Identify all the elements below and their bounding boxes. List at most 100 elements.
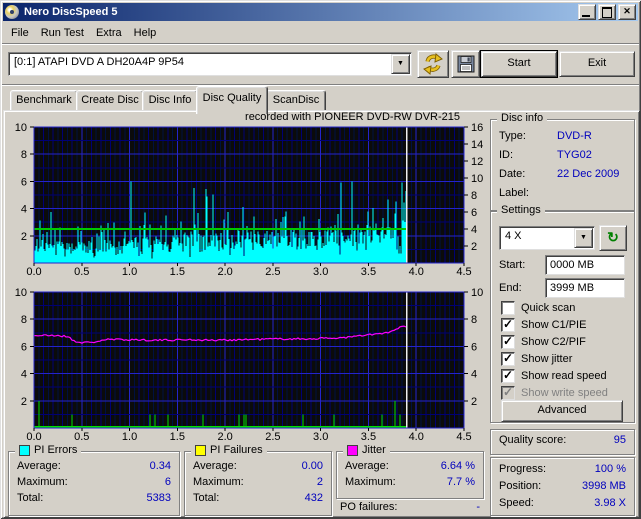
menu-item-file[interactable]: File <box>5 25 35 41</box>
maximize-button[interactable] <box>598 4 616 20</box>
minimize-icon <box>582 15 590 17</box>
stat-value: 7.7 % <box>446 476 475 488</box>
svg-text:2: 2 <box>471 241 477 253</box>
checkbox-box[interactable] <box>501 334 515 349</box>
quality-score-label: Quality score: <box>499 434 567 446</box>
speed-test-button[interactable] <box>417 50 449 78</box>
position-value: 3998 MB <box>581 480 626 492</box>
tab-disc-info[interactable]: Disc Info <box>142 90 198 111</box>
jitter-stats-group: Jitter Average: 6.64 % Maximum: 7.7 % <box>336 444 484 499</box>
svg-text:3.0: 3.0 <box>313 431 328 443</box>
app-disc-icon <box>5 5 19 19</box>
advanced-button-label: Advanced <box>537 404 587 416</box>
position-label: Position: <box>499 480 542 492</box>
refresh-speeds-button[interactable]: ↻ <box>599 225 627 251</box>
svg-text:4: 4 <box>21 204 27 216</box>
pi-errors-stats-group: PI Errors Average: 0.34 Maximum: 6 Total: 5… <box>8 444 180 516</box>
jitter-title: Jitter <box>362 444 386 456</box>
stat-value: 0.00 <box>301 460 323 472</box>
save-button[interactable] <box>451 50 480 78</box>
disc-type-label: Type: <box>499 130 526 142</box>
close-button[interactable]: ✕ <box>618 4 636 20</box>
refresh-icon: ↻ <box>607 229 619 245</box>
stat-value: 2 <box>316 476 323 488</box>
svg-text:8: 8 <box>471 314 477 326</box>
speed-select-dropdown-button[interactable]: ▼ <box>574 228 593 248</box>
svg-text:2.0: 2.0 <box>217 431 232 443</box>
tab-scandisc[interactable]: ScanDisc <box>266 90 326 111</box>
drive-selector-value: [0:1] ATAPI DVD A DH20A4P 9P54 <box>14 56 184 68</box>
stat-value: 6.64 % <box>440 460 475 472</box>
checkbox-label: Show C2/PIF <box>521 335 586 348</box>
exit-button-label: Exit <box>587 57 607 69</box>
checkbox-box[interactable] <box>501 317 515 332</box>
svg-text:1.5: 1.5 <box>170 431 185 443</box>
stat-label: Maximum: <box>345 476 396 488</box>
checkbox-quick-scan[interactable]: Quick scan <box>501 300 575 315</box>
progress-value: 100 % <box>594 463 626 475</box>
jitter-pif-chart: 0.0 0.5 1.0 1.5 2.0 2.5 3.0 3.5 4.0 4.5 2 4 6 8 10 2 4 6 8… <box>6 281 486 456</box>
pi-failures-title: PI Failures <box>210 444 263 456</box>
speed-select-value: 4 X <box>505 230 522 242</box>
chevron-down-icon: ▼ <box>397 60 404 67</box>
pi-errors-chart: 0.0 0.5 1.0 1.5 2.0 2.5 3.0 3.5 4.0 4.5 2 4 6 8 10 2 4 6 8… <box>6 118 486 284</box>
start-button-label: Start <box>507 57 531 69</box>
checkbox-show-c2-pif[interactable]: Show C2/PIF <box>501 334 586 349</box>
start-position-field[interactable] <box>545 255 625 275</box>
checkbox-box[interactable] <box>501 300 515 315</box>
checkbox-label: Quick scan <box>521 301 576 314</box>
svg-text:6: 6 <box>21 341 27 353</box>
menu-item-extra[interactable]: Extra <box>90 25 128 41</box>
svg-text:6: 6 <box>21 176 27 188</box>
svg-text:6: 6 <box>471 341 477 353</box>
drive-selector[interactable]: [0:1] ATAPI DVD A DH20A4P 9P54 ▼ <box>8 52 412 76</box>
stat-value: 6 <box>164 476 171 488</box>
minimize-button[interactable] <box>578 4 596 20</box>
checkbox-show-read-speed[interactable]: Show read speed <box>501 368 607 383</box>
tab-create-disc[interactable]: Create Disc <box>76 90 144 111</box>
start-position-label: Start: <box>499 259 526 271</box>
divider <box>2 84 639 86</box>
exit-button[interactable]: Exit <box>559 51 635 77</box>
svg-text:3.0: 3.0 <box>313 266 328 278</box>
checkbox-box <box>501 385 515 400</box>
stat-value: 432 <box>304 492 323 504</box>
disc-id-value: TYG02 <box>557 149 592 161</box>
svg-text:4.0: 4.0 <box>409 266 424 278</box>
start-button[interactable]: Start <box>480 50 558 78</box>
menu-item-help[interactable]: Help <box>128 25 163 41</box>
advanced-button[interactable]: Advanced <box>501 400 623 422</box>
drive-selector-dropdown-button[interactable]: ▼ <box>391 54 410 74</box>
tab-disc-quality[interactable]: Disc Quality <box>196 86 268 114</box>
svg-text:4.5: 4.5 <box>456 266 471 278</box>
svg-text:10: 10 <box>15 287 27 299</box>
checkbox-box[interactable] <box>501 368 515 383</box>
quality-score-value: 95 <box>613 434 626 446</box>
stat-label: Total: <box>193 492 220 504</box>
disc-label-label: Label: <box>499 187 529 199</box>
speed-select[interactable]: 4 X ▼ <box>499 226 595 250</box>
settings-title: Settings <box>501 204 541 216</box>
svg-text:10: 10 <box>15 122 27 134</box>
maximize-icon <box>602 7 612 18</box>
checkbox-show-write-speed: Show write speed <box>501 385 608 400</box>
end-position-field[interactable] <box>545 278 625 298</box>
stat-label: Average: <box>345 460 389 472</box>
pi-errors-color-swatch <box>19 444 30 456</box>
close-icon: ✕ <box>623 6 631 16</box>
menu-item-run-test[interactable]: Run Test <box>35 25 90 41</box>
disc-date-label: Date: <box>499 168 526 180</box>
stat-value: 0.34 <box>149 460 171 472</box>
po-failures-label: PO failures: <box>340 501 398 513</box>
checkbox-show-jitter[interactable]: Show jitter <box>501 351 572 366</box>
checkbox-box[interactable] <box>501 351 515 366</box>
tab-benchmark[interactable]: Benchmark <box>10 90 78 111</box>
svg-text:8: 8 <box>21 149 27 161</box>
disc-id-label: ID: <box>499 149 514 161</box>
checkbox-show-c1-pie[interactable]: Show C1/PIE <box>501 317 586 332</box>
svg-text:3.5: 3.5 <box>361 431 376 443</box>
svg-text:14: 14 <box>471 139 483 151</box>
quality-score-panel: Quality score: 95 <box>490 429 635 455</box>
disc-type-value: DVD-R <box>557 130 592 142</box>
svg-text:2.5: 2.5 <box>265 431 280 443</box>
